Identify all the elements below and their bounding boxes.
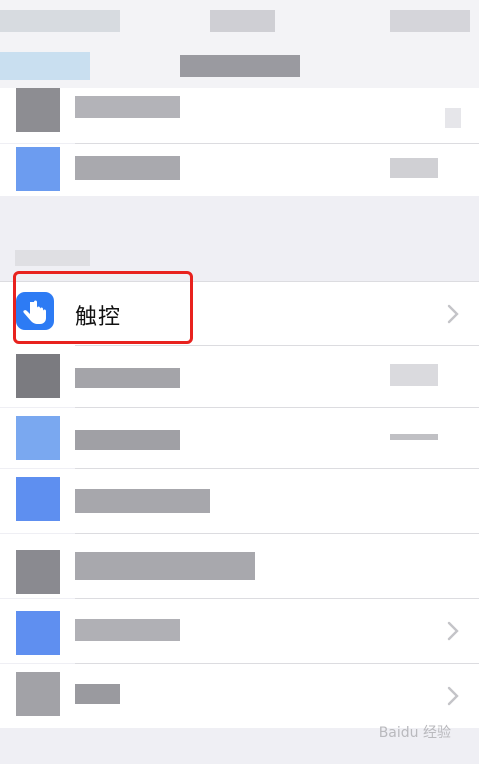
blurred-value: [390, 364, 438, 386]
blurred-label: [75, 430, 180, 450]
blurred-label: [75, 96, 180, 118]
settings-row[interactable]: [0, 88, 479, 143]
blurred-icon: [16, 477, 60, 521]
blurred-icon: [16, 416, 60, 460]
blurred-value: [390, 158, 438, 178]
blurred-label: [75, 552, 255, 580]
blurred-icon: [16, 550, 60, 594]
chevron-right-icon: [447, 686, 459, 706]
settings-row[interactable]: [0, 664, 479, 728]
settings-row[interactable]: [0, 408, 479, 468]
blurred-block: [390, 10, 470, 32]
settings-row[interactable]: [0, 469, 479, 533]
settings-row[interactable]: [0, 599, 479, 663]
blurred-icon: [16, 88, 60, 132]
blurred-chevron-icon: [445, 108, 461, 128]
blurred-label: [75, 489, 210, 513]
blurred-value: [390, 434, 438, 440]
watermark: Baidu 经验: [378, 725, 451, 741]
blurred-label: [75, 368, 180, 388]
chevron-right-icon: [447, 621, 459, 641]
blurred-label: [75, 619, 180, 641]
blurred-icon: [16, 354, 60, 398]
blurred-block: [210, 10, 275, 32]
highlight-box: [13, 271, 193, 344]
section-header: [15, 250, 90, 266]
blurred-label: [75, 156, 180, 180]
settings-row[interactable]: [0, 534, 479, 598]
chevron-right-icon: [447, 304, 459, 324]
settings-row[interactable]: [0, 346, 479, 407]
blurred-icon: [16, 611, 60, 655]
blurred-block: [0, 10, 120, 32]
blurred-icon: [16, 147, 60, 191]
blurred-label: [75, 684, 120, 704]
blurred-block: [180, 55, 300, 77]
settings-row[interactable]: [0, 144, 479, 196]
blurred-block: [0, 52, 90, 80]
blurred-icon: [16, 672, 60, 716]
